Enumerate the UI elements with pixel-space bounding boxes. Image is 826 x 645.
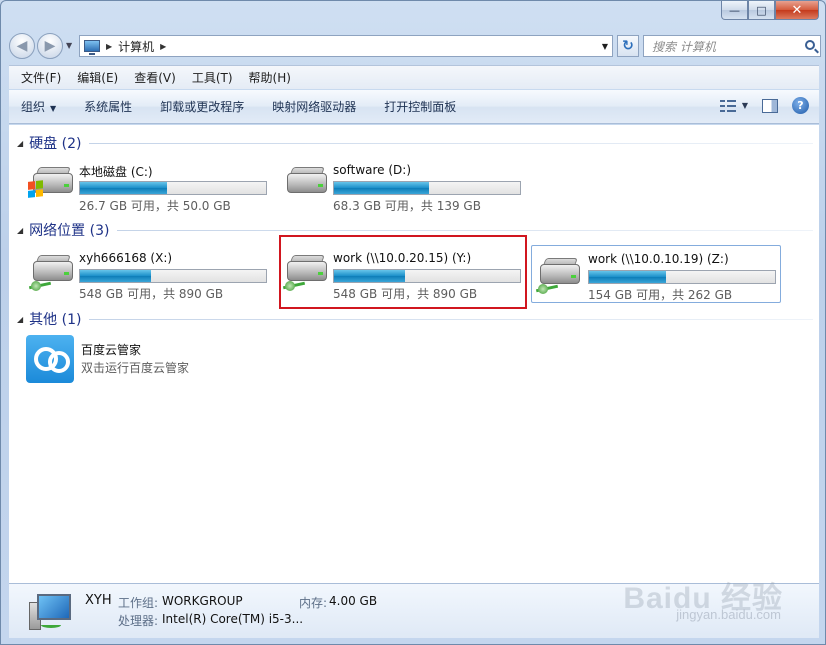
drive-space-info: 68.3 GB 可用，共 139 GB <box>333 199 481 213</box>
computer-icon <box>29 592 73 632</box>
drive-usage-bar <box>79 269 267 283</box>
chevron-down-icon: ▼ <box>50 104 57 113</box>
address-bar[interactable]: ▶ 计算机 ▶ ▼ <box>79 35 613 57</box>
drive-space-info: 154 GB 可用，共 262 GB <box>588 288 733 302</box>
drive-item-d[interactable]: software (D:) 68.3 GB 可用，共 139 GB <box>281 155 531 213</box>
group-divider <box>89 318 813 320</box>
breadcrumb-arrow-icon[interactable]: ▶ <box>160 42 166 51</box>
menu-view[interactable]: 查看(V) <box>134 69 176 86</box>
preview-pane-icon[interactable] <box>762 98 778 113</box>
drive-usage-fill <box>80 270 152 282</box>
workgroup-label: 工作组: <box>118 596 159 610</box>
refresh-icon: ↻ <box>622 38 634 54</box>
group-divider <box>117 229 813 231</box>
watermark-url: jingyan.baidu.com <box>676 607 781 622</box>
drive-usage-fill <box>80 182 167 194</box>
forward-button[interactable]: ▶ <box>37 33 63 59</box>
close-button[interactable]: ✕ <box>775 1 819 20</box>
baidu-cloud-icon <box>26 335 74 383</box>
minimize-button[interactable]: — <box>721 1 748 20</box>
search-placeholder: 搜索 计算机 <box>652 39 716 54</box>
network-drive-item-x[interactable]: xyh666168 (X:) 548 GB 可用，共 890 GB <box>27 243 277 301</box>
processor-label: 处理器: <box>118 614 159 628</box>
network-drive-icon <box>29 255 75 291</box>
group-title: 其他 (1) <box>29 312 82 328</box>
computer-icon <box>84 40 100 55</box>
menu-bar: 文件(F) 编辑(E) 查看(V) 工具(T) 帮助(H) <box>9 65 819 89</box>
drive-item-c[interactable]: 本地磁盘 (C:) 26.7 GB 可用，共 50.0 GB <box>27 155 277 213</box>
back-button[interactable]: ◀ <box>9 33 35 59</box>
group-title: 网络位置 (3) <box>29 223 110 239</box>
menu-file[interactable]: 文件(F) <box>21 69 61 86</box>
group-header-hard-disks[interactable]: ◢ 硬盘 (2) <box>17 134 813 152</box>
drive-name: xyh666168 (X:) <box>79 251 173 265</box>
drive-usage-bar <box>79 181 267 195</box>
group-divider <box>89 142 813 144</box>
help-icon[interactable]: ? <box>792 97 809 114</box>
drive-usage-fill <box>589 271 666 283</box>
group-title: 硬盘 (2) <box>29 136 82 152</box>
windows-drive-icon <box>28 167 75 198</box>
search-input[interactable]: 搜索 计算机 <box>643 35 821 57</box>
map-network-drive-button[interactable]: 映射网络驱动器 <box>272 98 356 115</box>
menu-edit[interactable]: 编辑(E) <box>77 69 118 86</box>
memory-value: 4.00 GB <box>329 594 378 608</box>
system-properties-button[interactable]: 系统属性 <box>84 98 132 115</box>
arrow-left-icon: ◀ <box>16 38 28 54</box>
network-drive-icon <box>536 258 582 294</box>
explorer-window: — □ ✕ ◀ ▶ ▼ ▶ 计算机 ▶ ▼ ↻ 搜索 计算机 文件(F) 编辑(… <box>0 0 826 645</box>
drive-usage-bar <box>333 181 521 195</box>
collapse-triangle-icon[interactable]: ◢ <box>17 226 23 235</box>
drive-name: software (D:) <box>333 163 411 177</box>
drive-space-info: 548 GB 可用，共 890 GB <box>79 287 224 301</box>
collapse-triangle-icon[interactable]: ◢ <box>17 139 23 148</box>
refresh-button[interactable]: ↻ <box>617 35 639 57</box>
breadcrumb-arrow-icon[interactable]: ▶ <box>106 42 112 51</box>
menu-tools[interactable]: 工具(T) <box>192 69 233 86</box>
uninstall-program-button[interactable]: 卸载或更改程序 <box>160 98 244 115</box>
collapse-triangle-icon[interactable]: ◢ <box>17 315 23 324</box>
drive-name: 本地磁盘 (C:) <box>79 165 153 179</box>
app-description: 双击运行百度云管家 <box>81 361 190 375</box>
hard-drive-icon <box>283 167 329 197</box>
drive-usage-fill <box>334 182 429 194</box>
search-icon[interactable] <box>805 40 815 50</box>
organize-label: 组织 <box>21 100 46 114</box>
caption-buttons: — □ ✕ <box>721 1 819 20</box>
breadcrumb-computer[interactable]: 计算机 <box>118 38 154 55</box>
view-tools: ▼ ? <box>719 97 809 114</box>
view-options-dropdown[interactable]: ▼ <box>742 101 748 110</box>
computer-name: XYH <box>85 593 112 608</box>
baidu-cloud-item[interactable]: 百度云管家 双击运行百度云管家 <box>25 335 325 387</box>
drive-space-info: 26.7 GB 可用，共 50.0 GB <box>79 199 231 213</box>
workgroup-value: WORKGROUP <box>162 594 243 608</box>
navigation-row: ◀ ▶ ▼ ▶ 计算机 ▶ ▼ ↻ 搜索 计算机 <box>9 33 821 59</box>
address-history-dropdown[interactable]: ▼ <box>602 42 608 51</box>
network-drive-item-z[interactable]: work (\\10.0.10.19) (Z:) 154 GB 可用，共 262… <box>531 245 781 303</box>
maximize-button[interactable]: □ <box>748 1 775 20</box>
recent-pages-dropdown[interactable]: ▼ <box>66 41 72 50</box>
organize-button[interactable]: 组织 ▼ <box>21 98 56 115</box>
open-control-panel-button[interactable]: 打开控制面板 <box>384 98 456 115</box>
red-highlight-annotation <box>279 235 527 309</box>
processor-value: Intel(R) Core(TM) i5-3... <box>162 612 304 626</box>
drive-name: work (\\10.0.10.19) (Z:) <box>588 252 729 266</box>
command-bar: 组织 ▼ 系统属性 卸载或更改程序 映射网络驱动器 打开控制面板 ▼ ? <box>9 90 819 124</box>
drive-usage-bar <box>588 270 776 284</box>
content-pane: ◢ 硬盘 (2) 本地磁盘 (C:) 26.7 GB 可用，共 50.0 GB … <box>9 125 819 583</box>
app-name: 百度云管家 <box>81 343 142 357</box>
change-view-icon[interactable] <box>719 99 736 113</box>
group-header-other[interactable]: ◢ 其他 (1) <box>17 310 813 328</box>
menu-help[interactable]: 帮助(H) <box>249 69 291 86</box>
arrow-right-icon: ▶ <box>44 38 56 54</box>
memory-label: 内存: <box>299 596 328 610</box>
